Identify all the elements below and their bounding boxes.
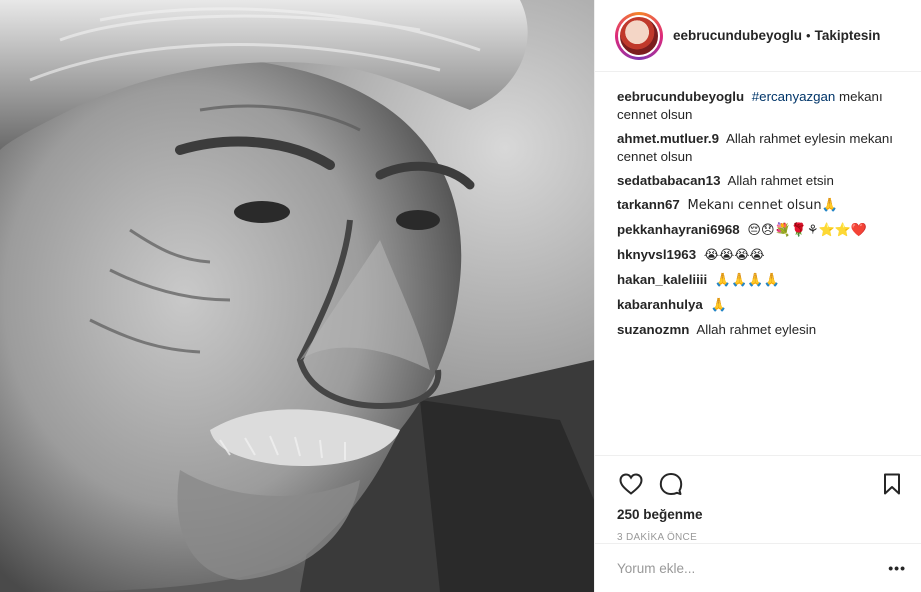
comment-bubble-icon[interactable] xyxy=(657,470,685,498)
comment-text: Allah rahmet eylesin xyxy=(696,322,817,337)
comment-username[interactable]: sedatbabacan13 xyxy=(617,173,720,188)
comment-text: 😭😭😭😭 xyxy=(703,248,765,263)
add-comment-bar: ••• xyxy=(595,543,921,592)
elderly-man-portrait-image xyxy=(0,0,594,592)
likes-count[interactable]: 250 beğenme xyxy=(617,507,906,522)
caption-hashtag[interactable]: #ercanyazgan xyxy=(752,89,836,104)
comments-list[interactable]: eebrucundubeyoglu #ercanyazgan mekanı ce… xyxy=(595,72,921,454)
comment-username[interactable]: suzanozmn xyxy=(617,322,689,337)
heart-icon[interactable] xyxy=(617,470,645,498)
caption-username[interactable]: eebrucundubeyoglu xyxy=(617,89,744,104)
comment-text: Allah rahmet etsin xyxy=(727,173,834,188)
caption: eebrucundubeyoglu #ercanyazgan mekanı ce… xyxy=(617,88,905,124)
author-username[interactable]: eebrucundubeyoglu xyxy=(673,28,802,43)
comment-text: 🙏🙏🙏🙏 xyxy=(714,273,780,288)
avatar-image xyxy=(618,14,660,57)
comment-item: suzanozmn Allah rahmet eylesin xyxy=(617,321,905,339)
post-timestamp: 3 DAKİKA ÖNCE xyxy=(617,532,698,543)
comment-username[interactable]: kabaranhulya xyxy=(617,297,703,312)
comment-item: kabaranhulya 🙏 xyxy=(617,296,905,315)
author-avatar[interactable] xyxy=(615,11,663,60)
comment-text: 😔😞💐🌹⚘⭐⭐❤️ xyxy=(747,223,868,238)
comment-username[interactable]: pekkanhayrani6968 xyxy=(617,222,740,237)
header-separator: • xyxy=(806,28,811,43)
comment-item: sedatbabacan13 Allah rahmet etsin xyxy=(617,172,905,190)
bookmark-icon[interactable] xyxy=(878,470,906,498)
comment-item: pekkanhayrani6968 😔😞💐🌹⚘⭐⭐❤️ xyxy=(617,221,905,240)
instagram-post: eebrucundubeyoglu • Takiptesin eebrucund… xyxy=(0,0,921,592)
post-photo[interactable] xyxy=(0,0,594,592)
comment-item: tarkann67 Mekanı cennet olsun🙏 xyxy=(617,196,905,215)
comment-item: hakan_kaleliiii 🙏🙏🙏🙏 xyxy=(617,271,905,290)
comment-text: Mekanı cennet olsun🙏 xyxy=(687,198,838,213)
post-sidebar: eebrucundubeyoglu • Takiptesin eebrucund… xyxy=(594,0,921,592)
comment-item: hknyvsl1963 😭😭😭😭 xyxy=(617,246,905,265)
following-button[interactable]: Takiptesin xyxy=(815,28,881,43)
comment-username[interactable]: tarkann67 xyxy=(617,197,680,212)
action-icons xyxy=(617,464,906,504)
more-options-icon[interactable]: ••• xyxy=(888,560,906,576)
post-header: eebrucundubeyoglu • Takiptesin xyxy=(595,0,921,72)
comment-username[interactable]: hakan_kaleliiii xyxy=(617,272,707,287)
comment-item: ahmet.mutluer.9 Allah rahmet eylesin mek… xyxy=(617,130,905,166)
comment-username[interactable]: hknyvsl1963 xyxy=(617,247,696,262)
comment-input[interactable] xyxy=(617,560,889,576)
comment-text: 🙏 xyxy=(710,298,727,313)
post-actions: 250 beğenme 3 DAKİKA ÖNCE xyxy=(595,455,921,543)
comment-username[interactable]: ahmet.mutluer.9 xyxy=(617,131,719,146)
